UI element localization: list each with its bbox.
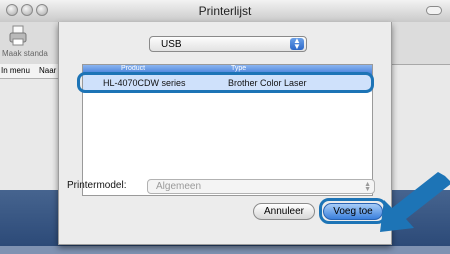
header-product[interactable]: Product xyxy=(121,65,145,72)
popup-arrows-icon: ▲ ▼ xyxy=(364,181,371,193)
toolbar-toggle-button[interactable] xyxy=(426,6,442,15)
row-highlight-ring xyxy=(77,72,374,93)
title-bar: Printerlijst xyxy=(0,0,450,23)
printer-icon xyxy=(9,25,27,46)
pointer-arrow-icon xyxy=(380,172,450,232)
column-name[interactable]: Naar xyxy=(39,66,56,75)
printer-table-area: Product Type HL-4070CDW series Brother C… xyxy=(77,64,374,254)
header-type[interactable]: Type xyxy=(231,65,246,72)
window-title: Printerlijst xyxy=(198,4,252,18)
printer-model-value: Algemeen xyxy=(156,181,202,192)
cancel-button[interactable]: Annuleer xyxy=(253,203,315,220)
connection-type-popup[interactable]: USB ▲ ▼ xyxy=(149,36,307,52)
column-in-menu[interactable]: In menu xyxy=(1,66,30,75)
printer-model-label: Printermodel: xyxy=(67,180,127,191)
printer-model-popup[interactable]: Algemeen ▲ ▼ xyxy=(147,179,375,194)
popup-arrows-icon: ▲ ▼ xyxy=(290,37,304,51)
connection-type-value: USB xyxy=(161,39,182,50)
make-default-label: Maak standa xyxy=(2,49,48,58)
add-printer-sheet: USB ▲ ▼ Product Type HL-4070CDW series Br… xyxy=(58,22,392,245)
